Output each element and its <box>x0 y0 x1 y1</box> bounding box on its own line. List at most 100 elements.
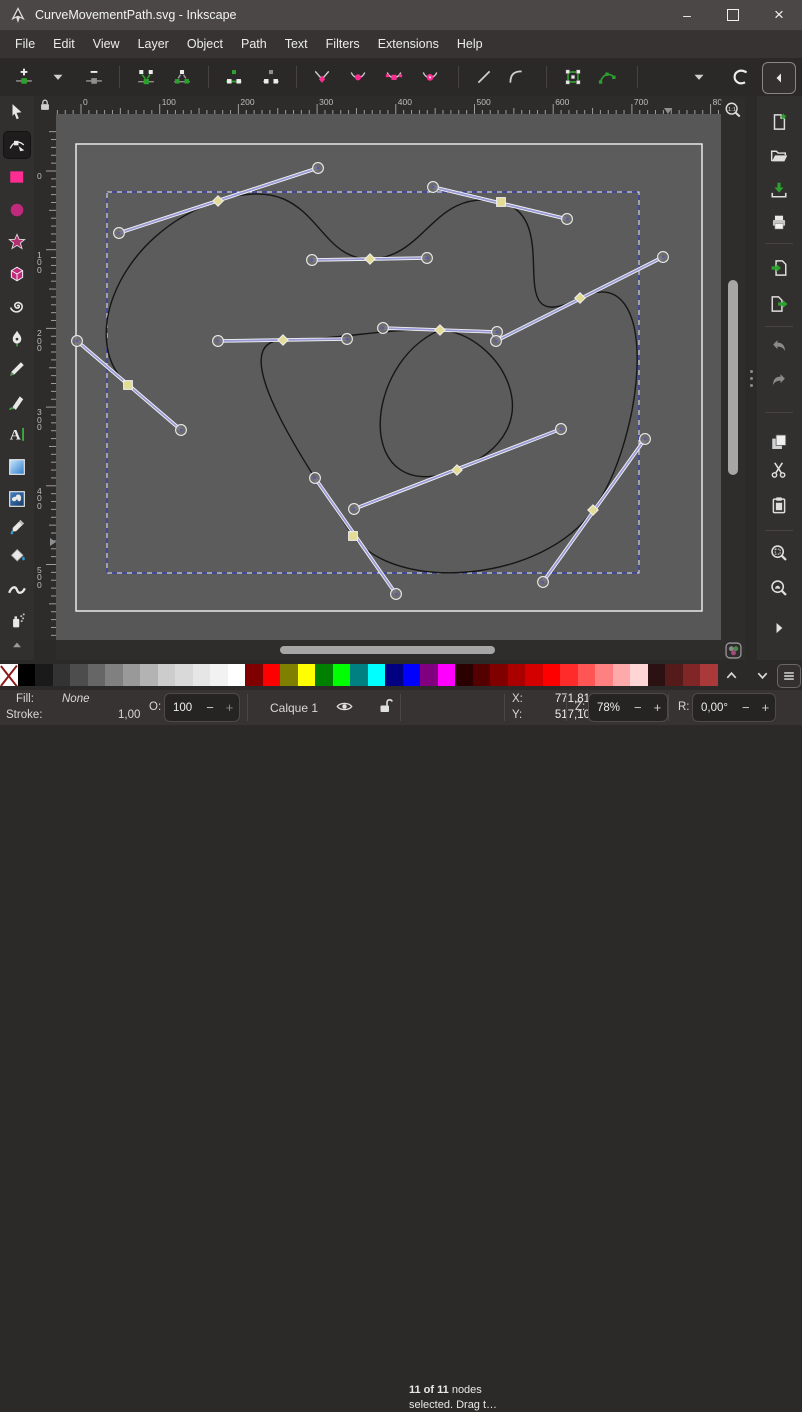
horizontal-scrollbar[interactable] <box>56 640 721 660</box>
path-node-square[interactable] <box>497 198 506 207</box>
menu-object[interactable]: Object <box>178 33 232 55</box>
control-handle-dot[interactable] <box>217 340 220 343</box>
menu-help[interactable]: Help <box>448 33 492 55</box>
palette-swatch-e6e6e6[interactable] <box>193 664 211 686</box>
delete-segment-button[interactable] <box>257 63 285 91</box>
undo-button[interactable] <box>767 334 791 358</box>
path-node-square[interactable] <box>124 381 133 390</box>
control-handle-dot[interactable] <box>426 257 429 260</box>
menu-view[interactable]: View <box>84 33 129 55</box>
dropper-tool[interactable] <box>4 514 30 540</box>
delete-node-button[interactable] <box>80 63 108 91</box>
control-handle-dot[interactable] <box>432 186 435 189</box>
palette-swatch-000080[interactable] <box>385 664 403 686</box>
maximize-button[interactable] <box>710 0 756 30</box>
palette-swatch-333333[interactable] <box>53 664 71 686</box>
insert-node-options-dropdown-button[interactable] <box>44 63 72 91</box>
palette-swatch-ff0000[interactable] <box>543 664 561 686</box>
control-handle-dot[interactable] <box>118 232 121 235</box>
guide-lock-button[interactable] <box>34 96 56 114</box>
color-management-toggle[interactable] <box>721 640 745 660</box>
palette-swatch-008080[interactable] <box>350 664 368 686</box>
break-nodes-button[interactable] <box>168 63 196 91</box>
tweak-tool[interactable] <box>4 577 30 603</box>
star-tool[interactable] <box>4 229 30 255</box>
palette-menu-button[interactable] <box>777 664 801 688</box>
palette-swatch-ff00ff[interactable] <box>438 664 456 686</box>
stroke-width-value[interactable]: 1,00 <box>118 709 140 721</box>
save-document-button[interactable] <box>767 178 791 202</box>
palette-scroll-down-button[interactable] <box>751 664 773 686</box>
vertical-ruler[interactable]: 0100200300400500600 <box>34 114 56 640</box>
palette-swatch-ff8080[interactable] <box>595 664 613 686</box>
control-handle-dot[interactable] <box>314 477 317 480</box>
menu-edit[interactable]: Edit <box>44 33 84 55</box>
zoom-decrease-button[interactable]: − <box>628 700 648 715</box>
rectangle-tool[interactable] <box>4 164 30 190</box>
control-handle-dot[interactable] <box>395 593 398 596</box>
palette-swatch-800080[interactable] <box>420 664 438 686</box>
palette-swatch-551a1a[interactable] <box>665 664 683 686</box>
palette-swatch-800000[interactable] <box>490 664 508 686</box>
palette-swatch-00ffff[interactable] <box>368 664 386 686</box>
menu-filters[interactable]: Filters <box>317 33 369 55</box>
snap-bar-collapse-button[interactable] <box>762 62 796 94</box>
zoom-1-1-button[interactable]: 1:1 <box>721 98 745 122</box>
redo-button[interactable] <box>767 368 791 392</box>
calligraphy-tool[interactable] <box>4 389 30 415</box>
palette-swatch-550000[interactable] <box>473 664 491 686</box>
horizontal-ruler[interactable]: 0100200300400500600700800 <box>56 96 745 114</box>
palette-swatch-none[interactable] <box>0 664 18 686</box>
palette-swatch-ff2a2a[interactable] <box>560 664 578 686</box>
ellipse-tool[interactable] <box>4 197 30 223</box>
palette-swatch-aa0000[interactable] <box>508 664 526 686</box>
node-smooth-button[interactable] <box>344 63 372 91</box>
rotation-value[interactable]: 0,00° <box>693 702 736 714</box>
palette-swatch-ffaaaa[interactable] <box>613 664 631 686</box>
menu-path[interactable]: Path <box>232 33 276 55</box>
paint-bucket-tool[interactable] <box>4 542 30 568</box>
opacity-spinbox[interactable]: 100 − + <box>164 693 240 722</box>
opacity-decrease-button[interactable]: − <box>200 700 220 715</box>
text-tool[interactable]: A <box>4 421 30 447</box>
palette-swatch-008000[interactable] <box>315 664 333 686</box>
palette-swatch-ffff00[interactable] <box>298 664 316 686</box>
drawing-area[interactable] <box>56 114 721 640</box>
zoom-to-selection-button[interactable] <box>767 541 791 565</box>
control-handle-dot[interactable] <box>644 438 647 441</box>
zoom-value[interactable]: 78% <box>589 702 628 714</box>
node-auto-smooth-button[interactable] <box>416 63 444 91</box>
rotation-decrease-button[interactable]: − <box>736 700 756 715</box>
palette-swatch-f2f2f2[interactable] <box>210 664 228 686</box>
pen-tool[interactable] <box>4 325 30 351</box>
paste-button[interactable] <box>767 493 791 517</box>
spray-tool[interactable] <box>4 607 30 633</box>
menu-extensions[interactable]: Extensions <box>369 33 448 55</box>
more-commands-button[interactable] <box>767 616 791 640</box>
zoom-increase-button[interactable]: + <box>648 700 668 715</box>
palette-swatch-b3b3b3[interactable] <box>140 664 158 686</box>
palette-swatch-ff5555[interactable] <box>578 664 596 686</box>
control-handle-dot[interactable] <box>496 331 499 334</box>
import-image-button[interactable] <box>767 256 791 280</box>
path-node-square[interactable] <box>349 532 358 541</box>
node-symmetric-button[interactable] <box>380 63 408 91</box>
export-image-button[interactable] <box>767 292 791 316</box>
gradient-tool[interactable] <box>4 454 30 480</box>
palette-swatch-000000[interactable] <box>18 664 36 686</box>
palette-swatch-808080[interactable] <box>105 664 123 686</box>
palette-swatch-808000[interactable] <box>280 664 298 686</box>
palette-swatch-00ff00[interactable] <box>333 664 351 686</box>
control-handle-dot[interactable] <box>180 429 183 432</box>
more-tools[interactable] <box>4 632 30 658</box>
vertical-scrollbar-handle[interactable] <box>728 280 738 475</box>
control-handle-dot[interactable] <box>346 338 349 341</box>
selector-tool[interactable] <box>4 99 30 125</box>
palette-swatch-aa3939[interactable] <box>700 664 718 686</box>
opacity-value[interactable]: 100 <box>165 702 200 714</box>
opacity-increase-button[interactable]: + <box>220 700 240 715</box>
x-coord-dropdown-button[interactable] <box>685 63 713 91</box>
object-to-path-button[interactable] <box>559 63 587 91</box>
palette-swatch-666666[interactable] <box>88 664 106 686</box>
palette-swatch-0000ff[interactable] <box>403 664 421 686</box>
